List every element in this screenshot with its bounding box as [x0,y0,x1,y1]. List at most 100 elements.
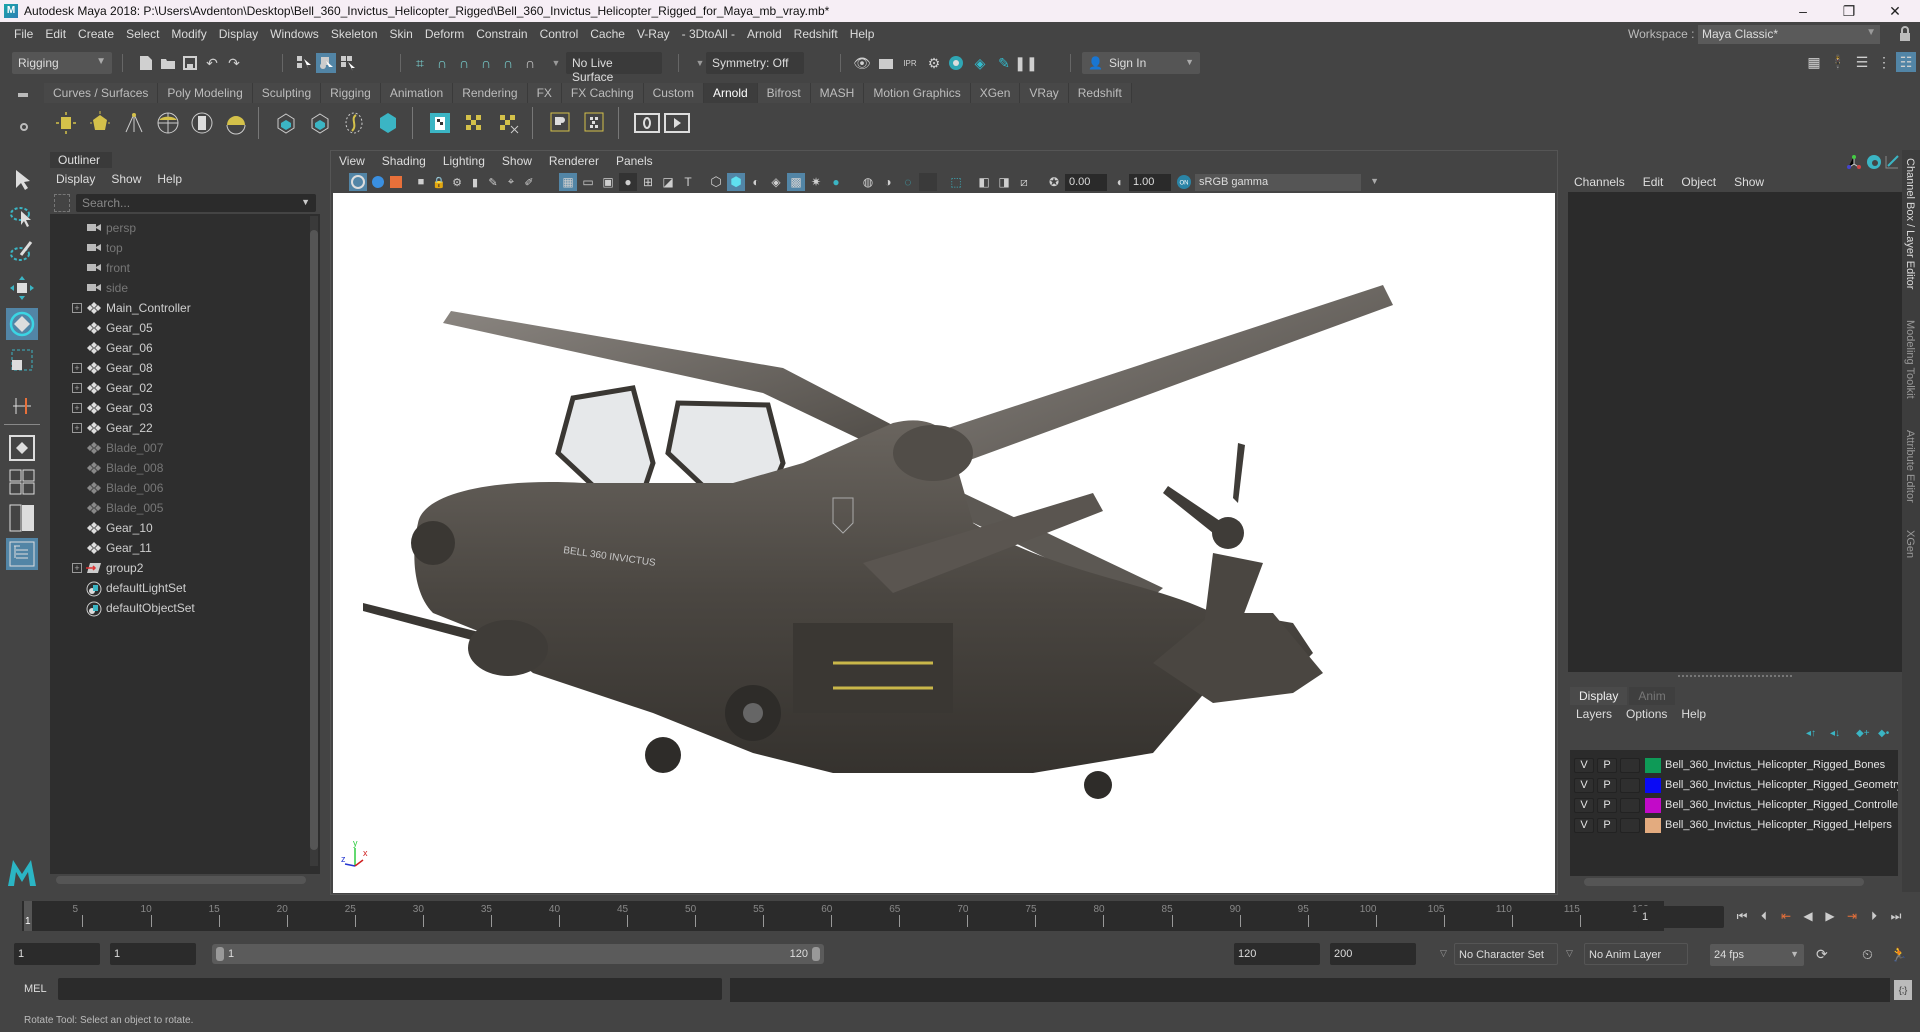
layer-color-swatch[interactable] [1645,797,1661,813]
step-back-frame-icon[interactable]: ⏴ [1756,908,1772,924]
tab-display[interactable]: Display [1570,687,1628,705]
select-by-hierarchy-icon[interactable] [294,53,314,73]
layer-visibility-toggle[interactable]: V [1574,797,1594,813]
shelf-tab-xgen[interactable]: XGen [970,83,1021,103]
render-settings-icon[interactable]: ⚙ [924,53,944,73]
viewport-canvas[interactable]: BELL 360 INVICTUS y z x [333,193,1555,893]
shelf-tab-custom[interactable]: Custom [643,83,704,103]
shelf-tabs-toggle-icon[interactable] [18,93,28,97]
xray-icon[interactable]: ◧ [975,173,993,191]
shadows-icon[interactable]: ● [827,173,845,191]
script-editor-icon[interactable]: {;} [1894,980,1912,1000]
menu-windows[interactable]: Windows [266,27,327,41]
move-tool-icon[interactable] [6,272,38,304]
chevron-down-icon[interactable]: ▽ [1440,948,1447,959]
layer-display-type-toggle[interactable] [1620,797,1640,813]
outliner-item[interactable]: Blade_007 [50,438,308,458]
render-view-icon[interactable]: 👁 [852,53,872,73]
anim-layer-dropdown[interactable]: No Anim Layer [1584,943,1688,965]
layer-visibility-toggle[interactable]: V [1574,777,1594,793]
outliner-item[interactable]: + Gear_22 [50,418,308,438]
layer-visibility-toggle[interactable]: V [1574,817,1594,833]
layer-menu-layers[interactable]: Layers [1576,707,1612,721]
physical-sky-icon[interactable] [224,111,248,135]
mesh-light-icon[interactable] [88,111,112,135]
viewport-menu-shading[interactable]: Shading [382,154,426,168]
bookmark-icon[interactable]: ▮ [467,173,483,191]
outliner-item[interactable]: top [50,238,308,258]
channel-box-menu-channels[interactable]: Channels [1574,175,1625,189]
close-button[interactable]: ✕ [1872,0,1918,22]
exposure-field[interactable]: 0.00 [1065,174,1107,191]
side-tab-modeling-toolkit[interactable]: Modeling Toolkit [1904,320,1916,399]
render-sequence-icon[interactable] [664,111,690,135]
make-live-icon[interactable]: ∩ [498,53,518,73]
shelf-tab-fx[interactable]: FX [527,83,562,103]
new-layer-from-selected-icon[interactable]: ◆• [1878,728,1892,740]
minimize-button[interactable]: – [1780,0,1826,22]
layer-playback-toggle[interactable]: P [1597,777,1617,793]
expand-icon[interactable]: + [72,363,82,373]
bookmarks-icon[interactable] [387,173,405,191]
menu-display[interactable]: Display [215,27,266,41]
layer-display-type-toggle[interactable] [1620,757,1640,773]
open-scene-icon[interactable] [158,53,178,73]
interactive-render-icon[interactable] [634,111,660,135]
auto-key-icon[interactable]: ⏲ [1862,946,1873,963]
outliner-horizontal-scrollbar[interactable] [56,876,306,884]
layer-color-swatch[interactable] [1645,777,1661,793]
current-frame-field[interactable]: 1 [1638,906,1724,928]
menu-modify[interactable]: Modify [167,27,214,41]
grease-pencil-icon[interactable]: ✎ [485,173,501,191]
outliner-item[interactable]: defaultLightSet [50,578,308,598]
layer-color-swatch[interactable] [1645,817,1661,833]
outliner-search-input[interactable]: Search... ▼ [76,194,316,212]
modeling-toolkit-icon[interactable]: ▦ [1804,52,1824,72]
color-management-toggle-icon[interactable]: ON [1175,173,1193,191]
shelf-tab-redshift[interactable]: Redshift [1068,83,1132,103]
image-plane-icon[interactable]: ■ [413,173,429,191]
chevron-down-icon[interactable]: ▽ [1566,948,1573,959]
menu-constrain[interactable]: Constrain [472,27,535,41]
shelf-tab-sculpting[interactable]: Sculpting [252,83,322,103]
shelf-tab-motion-graphics[interactable]: Motion Graphics [864,83,971,103]
command-language-label[interactable]: MEL [24,983,47,995]
persp-outliner-layout-icon[interactable] [6,502,38,534]
outliner-item[interactable]: Gear_10 [50,518,308,538]
shelf-tab-rigging[interactable]: Rigging [321,83,381,103]
select-tool-icon[interactable] [6,164,38,196]
playback-start-field[interactable]: 1 [110,943,196,965]
outliner-menu-help[interactable]: Help [157,172,182,186]
undo-icon[interactable]: ↶ [202,53,222,73]
area-light-icon[interactable] [54,111,78,135]
maximize-button[interactable]: ❐ [1826,0,1872,22]
smooth-shade-icon[interactable]: ⬢ [727,173,745,191]
menu-v-ray[interactable]: V-Ray [633,27,678,41]
viewport-menu-lighting[interactable]: Lighting [443,154,485,168]
viewport-menu-panels[interactable]: Panels [616,154,653,168]
photometric-light-icon[interactable] [122,111,146,135]
save-scene-icon[interactable] [180,53,200,73]
layer-row[interactable]: V P Bell_360_Invictus_Helicopter_Rigged_Bo… [1574,756,1885,774]
menu-set-dropdown[interactable]: Rigging ▼ [12,52,112,74]
scale-tool-icon[interactable] [6,344,38,376]
viewport-menu-renderer[interactable]: Renderer [549,154,599,168]
panel-splitter[interactable] [1678,675,1792,677]
xray-active-components-icon[interactable]: ◨ [995,173,1013,191]
outliner-item[interactable]: Blade_006 [50,478,308,498]
anti-aliasing-icon[interactable]: ◌ [899,173,917,191]
viewport-menu-view[interactable]: View [339,154,365,168]
loop-icon[interactable]: ⟳ [1816,946,1828,963]
workspace-dropdown[interactable]: Maya Classic* ▼ [1698,25,1880,44]
menu-redshift[interactable]: Redshift [790,27,846,41]
expand-icon[interactable]: + [72,403,82,413]
step-forward-frame-icon[interactable]: ⏵ [1866,908,1882,924]
outliner-item[interactable]: defaultObjectSet [50,598,308,618]
shelf-tab-vray[interactable]: VRay [1020,83,1069,103]
four-view-layout-icon[interactable] [6,466,38,498]
resolution-gate-icon[interactable]: ▣ [599,173,617,191]
menu-skin[interactable]: Skin [386,27,421,41]
play-backwards-icon[interactable]: ◀ [1800,908,1816,924]
light-portal-icon[interactable] [190,111,214,135]
xray-joints-icon[interactable]: ⧄ [1015,173,1033,191]
